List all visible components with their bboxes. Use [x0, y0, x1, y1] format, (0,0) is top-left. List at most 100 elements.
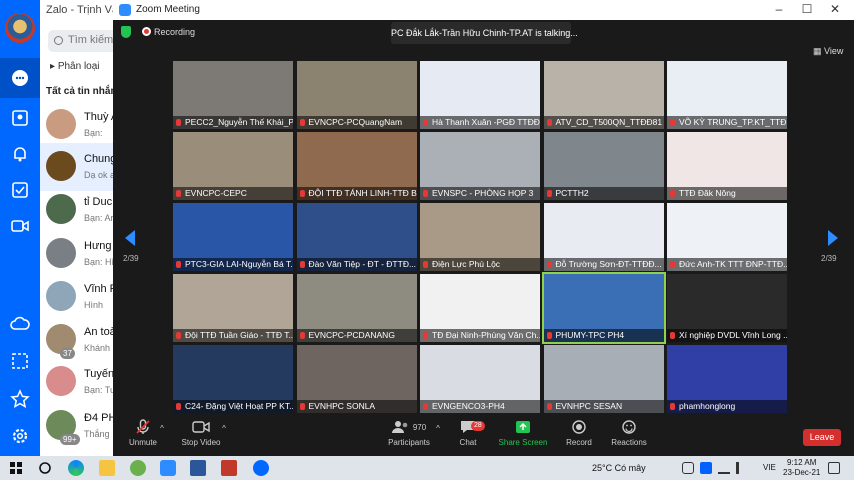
participant-video-tile[interactable]: Đội TTĐ Tuần Giáo - TTĐ T...: [173, 274, 293, 342]
app-icon[interactable]: [221, 460, 237, 476]
search-placeholder: Tìm kiếm: [68, 34, 114, 46]
participant-video-tile[interactable]: EVNCPC-PCQuangNam: [296, 61, 417, 129]
user-avatar[interactable]: [5, 13, 35, 43]
todo-icon[interactable]: [8, 178, 32, 202]
participants-button[interactable]: 970 Participants: [381, 416, 437, 456]
conversation-preview: Bạn: Tu: [84, 385, 116, 395]
edge-browser-icon[interactable]: [68, 460, 84, 476]
participant-video-tile[interactable]: EVNHPC SESAN: [543, 345, 664, 413]
all-messages-dropdown[interactable]: Tất cả tin nhắn ▾: [46, 86, 120, 97]
participant-video-tile[interactable]: Đào Văn Tiệp - ĐT - ĐTTĐ...: [296, 203, 417, 271]
participant-video-tile[interactable]: Điện Lực Phú Lộc: [420, 203, 540, 271]
participant-name: ATV_CD_T500QN_TTĐĐ81: [543, 116, 664, 129]
participant-video-tile[interactable]: TĐ Đại Ninh-Phùng Văn Ch...: [420, 274, 540, 342]
participant-video-tile[interactable]: phamhonglong: [667, 345, 787, 413]
participant-video-tile[interactable]: TTĐ Đăk Nông: [667, 132, 787, 200]
file-explorer-icon[interactable]: [99, 460, 115, 476]
conversation-item[interactable]: Vĩnh P Hình: [40, 273, 120, 321]
bell-icon[interactable]: [8, 142, 32, 166]
video-icon[interactable]: [8, 214, 32, 238]
contacts-icon[interactable]: [8, 106, 32, 130]
participant-name: ĐỘI TTĐ TÁNH LINH-TTĐ B...: [296, 187, 417, 200]
previous-page-arrow[interactable]: [125, 230, 135, 246]
participant-video-tile[interactable]: Đỗ Trường Sơn-ĐT-TTĐĐ...: [543, 203, 664, 271]
participant-name: C24- Đặng Việt Hoạt PP KT...: [173, 400, 293, 413]
conversation-item[interactable]: Hưng Bạn: Hì: [40, 230, 120, 278]
clock[interactable]: 9:12 AM 23-Dec-21: [783, 458, 820, 478]
participant-video-tile[interactable]: EVNGENCO3-PH4: [420, 345, 540, 413]
participant-video-tile[interactable]: EVNCPC-PCDANANG: [296, 274, 417, 342]
view-button[interactable]: ▦ View: [813, 46, 843, 57]
participant-video-tile[interactable]: EVNHPC SONLA: [296, 345, 417, 413]
star-icon[interactable]: [8, 387, 32, 411]
participant-video-tile[interactable]: Xí nghiệp DVDL Vĩnh Long ...: [667, 274, 787, 342]
participant-name: EVNCPC-PCQuangNam: [296, 116, 417, 129]
next-page-arrow[interactable]: [828, 230, 838, 246]
chat-button[interactable]: Chat 28: [451, 416, 485, 456]
cloud-icon[interactable]: [8, 312, 32, 336]
tray-icon[interactable]: [682, 462, 694, 474]
dropbox-icon[interactable]: [700, 462, 712, 474]
participant-name: EVNSPC - PHÒNG HỌP 3: [420, 187, 540, 200]
conversation-item[interactable]: tỉ Duc Bạn: Ar: [40, 186, 120, 234]
input-language[interactable]: VIE: [763, 463, 776, 472]
participant-name: PECC2_Nguyễn Thế Khải_P...: [173, 116, 293, 129]
conversation-item[interactable]: 37 An toà Khánh: [40, 316, 120, 364]
record-icon: [572, 420, 586, 434]
muted-mic-icon: [670, 261, 675, 268]
zalo-taskbar-icon[interactable]: [253, 460, 269, 476]
conversation-item[interactable]: 99+ Đ4 PH Thắng: [40, 402, 120, 450]
reactions-smiley-icon: [622, 420, 636, 434]
maximize-button[interactable]: ☐: [797, 2, 817, 16]
record-label: Record: [566, 438, 592, 447]
share-screen-button[interactable]: Share Screen: [497, 416, 549, 456]
filter-toggle[interactable]: ▸ Phân loại: [50, 61, 100, 72]
chat-icon[interactable]: [0, 58, 40, 98]
zalo-search-input[interactable]: Tìm kiếm: [48, 30, 120, 52]
conversation-item[interactable]: Chung Dạ ok a: [40, 143, 120, 191]
close-button[interactable]: ✕: [825, 2, 845, 16]
settings-icon[interactable]: [8, 424, 32, 448]
participant-video-tile[interactable]: EVNSPC - PHÒNG HỌP 3: [420, 132, 540, 200]
participant-video-tile[interactable]: PCTTH2: [543, 132, 664, 200]
participant-video-tile[interactable]: ĐỘI TTĐ TÁNH LINH-TTĐ B...: [296, 132, 417, 200]
muted-mic-icon: [136, 419, 150, 434]
participant-name: PHUMY-TPC PH4: [543, 329, 664, 342]
participant-name: Đỗ Trường Sơn-ĐT-TTĐĐ...: [543, 258, 664, 271]
weather-widget[interactable]: 25°C Có mây: [592, 463, 646, 473]
windows-start-icon[interactable]: [8, 460, 24, 476]
participant-video-tile[interactable]: VÕ KỲ TRUNG_TP.KT_TTĐ ĐT: [667, 61, 787, 129]
stop-video-button[interactable]: Stop Video: [177, 416, 225, 456]
participant-video-tile[interactable]: C24- Đặng Việt Hoạt PP KT...: [173, 345, 293, 413]
clock-time: 9:12 AM: [787, 458, 817, 467]
screenshot-icon[interactable]: [8, 349, 32, 373]
network-icon[interactable]: [718, 462, 730, 474]
chat-label: Chat: [459, 438, 477, 447]
conversation-item[interactable]: Tuyến Bạn: Tu: [40, 358, 120, 406]
reactions-label: Reactions: [611, 438, 647, 447]
search-icon[interactable]: [37, 460, 53, 476]
minimize-button[interactable]: –: [769, 2, 789, 16]
coccoc-browser-icon[interactable]: [130, 460, 146, 476]
word-icon[interactable]: [190, 460, 206, 476]
participant-video-tile[interactable]: ATV_CD_T500QN_TTĐĐ81: [543, 61, 664, 129]
participant-video-tile[interactable]: PTC3-GIA LAI-Nguyễn Bá T...: [173, 203, 293, 271]
notification-icon[interactable]: [828, 462, 840, 474]
reactions-button[interactable]: Reactions: [607, 416, 651, 456]
muted-mic-icon: [299, 190, 305, 197]
conversation-name: Tuyến: [84, 368, 115, 380]
participant-video-tile[interactable]: Hà Thanh Xuân -PGĐ TTĐĐT: [420, 61, 540, 129]
leave-meeting-button[interactable]: Leave: [803, 429, 841, 446]
participant-video-tile[interactable]: EVNCPC-CEPC: [173, 132, 293, 200]
muted-mic-icon: [176, 190, 181, 197]
record-button[interactable]: Record: [559, 416, 599, 456]
security-shield-icon[interactable]: [121, 26, 131, 38]
zalo-sidebar: [0, 0, 40, 456]
conversation-item[interactable]: Thuỳ A Bạn:: [40, 101, 120, 149]
participant-name: EVNHPC SESAN: [543, 400, 664, 413]
participant-video-tile[interactable]: Đức Anh-TK TTT ĐNP-TTĐ...: [667, 203, 787, 271]
participant-video-tile[interactable]: PHUMY-TPC PH4: [541, 272, 666, 344]
volume-icon[interactable]: [736, 462, 748, 474]
zoom-taskbar-icon[interactable]: [160, 460, 176, 476]
participant-video-tile[interactable]: PECC2_Nguyễn Thế Khải_P...: [173, 61, 293, 129]
